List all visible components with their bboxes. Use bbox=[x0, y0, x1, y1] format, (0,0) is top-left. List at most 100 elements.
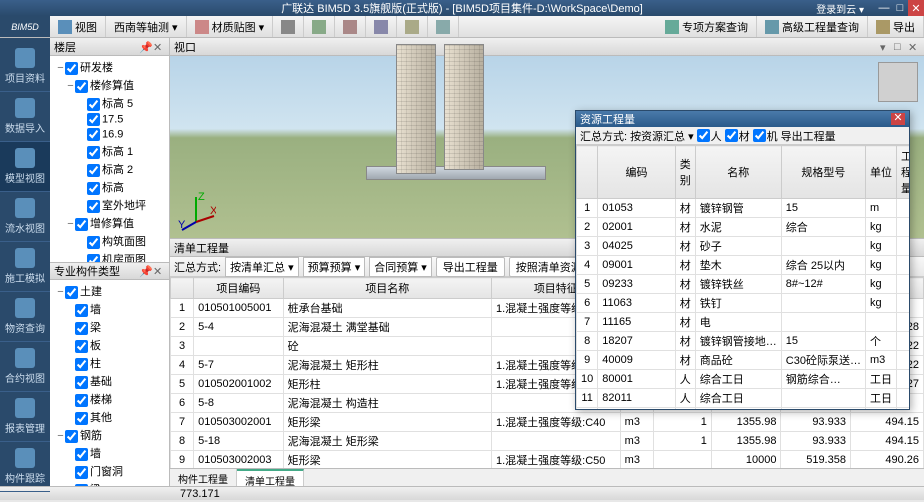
col-header[interactable] bbox=[171, 278, 194, 299]
table-row[interactable]: 101053材镀锌钢管15m862.2593.993440.41 bbox=[577, 199, 910, 218]
node-check[interactable] bbox=[87, 254, 100, 262]
tree-node[interactable]: 标高 2 bbox=[52, 160, 167, 178]
table-row[interactable]: 70105030020​01矩形梁1.混凝土强度等级:C40m311355.98… bbox=[171, 413, 924, 432]
table-row[interactable]: 304025材砂子kg683.0440.0427.32 bbox=[577, 237, 910, 256]
table-row[interactable]: 1080001人综合工日钢筋综合…工日14.5644806990.72 bbox=[577, 370, 910, 389]
filter-machine[interactable]: 机 bbox=[753, 128, 778, 144]
tree-node[interactable]: 墙 bbox=[52, 300, 168, 318]
floor-tree[interactable]: −研发楼−楼修算值标高 517.516.9标高 1标高 2标高室外地坪−增修算值… bbox=[50, 56, 169, 262]
pin-icon[interactable]: 📌 bbox=[139, 265, 151, 277]
tab-bill-qty[interactable]: 清单工程量 bbox=[237, 469, 304, 486]
table-row[interactable]: 818207材镀锌钢管接地…15个1383.8410.52719.6 bbox=[577, 332, 910, 351]
viewport-menu-icon[interactable]: ▾ bbox=[880, 41, 892, 53]
panel-close-icon[interactable]: ✕ bbox=[153, 265, 165, 277]
node-check[interactable] bbox=[65, 430, 78, 443]
nav-数据导入[interactable]: 数据导入 bbox=[0, 92, 50, 142]
special-query-button[interactable]: 专项方案查询 bbox=[657, 16, 757, 37]
view-button[interactable]: 视图 bbox=[50, 16, 106, 37]
node-check[interactable] bbox=[75, 394, 88, 407]
tree-node[interactable]: 门窗洞 bbox=[52, 462, 168, 480]
resource-export-button[interactable]: 导出工程量 bbox=[781, 128, 836, 144]
node-check[interactable] bbox=[75, 466, 88, 479]
node-check[interactable] bbox=[87, 146, 100, 159]
advanced-query-button[interactable]: 高级工程量查询 bbox=[757, 16, 868, 37]
view-cube[interactable] bbox=[878, 62, 918, 102]
col-header[interactable]: 规格型号 bbox=[781, 146, 865, 199]
tool-4[interactable] bbox=[366, 16, 397, 37]
panel-close-icon[interactable]: ✕ bbox=[153, 41, 165, 53]
tree-node[interactable]: −楼修算值 bbox=[52, 76, 167, 94]
col-header[interactable]: 名称 bbox=[695, 146, 781, 199]
col-header[interactable]: 工程量 bbox=[896, 146, 909, 199]
axis-select[interactable]: 西南等轴测 ▾ bbox=[106, 16, 187, 37]
node-check[interactable] bbox=[75, 322, 88, 335]
tree-node[interactable]: 梁 bbox=[52, 480, 168, 486]
col-header[interactable] bbox=[577, 146, 598, 199]
nav-项目资料[interactable]: 项目资料 bbox=[0, 42, 50, 92]
node-check[interactable] bbox=[87, 236, 100, 249]
col-header[interactable]: 编码 bbox=[598, 146, 676, 199]
tree-node[interactable]: 机房面图 bbox=[52, 250, 167, 262]
node-check[interactable] bbox=[75, 80, 88, 93]
budget-select[interactable]: 预算预算 ▾ bbox=[303, 257, 366, 277]
table-row[interactable]: 1282013人其它人工费元67.628167.63 bbox=[577, 408, 910, 410]
node-check[interactable] bbox=[75, 340, 88, 353]
col-header[interactable]: 类别 bbox=[675, 146, 695, 199]
export-qty-button[interactable]: 导出工程量 bbox=[436, 257, 505, 277]
tree-node[interactable]: 板 bbox=[52, 336, 168, 354]
tool-6[interactable] bbox=[428, 16, 459, 37]
nav-施工模拟[interactable]: 施工模拟 bbox=[0, 242, 50, 292]
node-check[interactable] bbox=[75, 484, 88, 486]
tool-3[interactable] bbox=[335, 16, 366, 37]
table-row[interactable]: 711165材电19.4434.6790.8 bbox=[577, 313, 910, 332]
node-check[interactable] bbox=[87, 164, 100, 177]
node-check[interactable] bbox=[75, 376, 88, 389]
node-check[interactable] bbox=[87, 200, 100, 213]
node-check[interactable] bbox=[87, 182, 100, 195]
viewport-close-icon[interactable]: ✕ bbox=[908, 41, 920, 53]
filter-material[interactable]: 材 bbox=[725, 128, 750, 144]
tree-node[interactable]: −增修算值 bbox=[52, 214, 167, 232]
node-check[interactable] bbox=[75, 218, 88, 231]
minimize-icon[interactable]: — bbox=[876, 0, 892, 16]
node-check[interactable] bbox=[87, 128, 100, 141]
table-row[interactable]: 1182011人综合工日工日147.09132.534784.88 bbox=[577, 389, 910, 408]
tree-node[interactable]: 其他 bbox=[52, 408, 168, 426]
tree-node[interactable]: 基础 bbox=[52, 372, 168, 390]
nav-合约视图[interactable]: 合约视图 bbox=[0, 342, 50, 392]
cloud-login[interactable]: 登录到云 ▾ bbox=[816, 1, 864, 16]
tree-node[interactable]: 柱 bbox=[52, 354, 168, 372]
tree-node[interactable]: 梁 bbox=[52, 318, 168, 336]
nav-构件跟踪[interactable]: 构件跟踪 bbox=[0, 442, 50, 492]
tree-node[interactable]: 室外地坪 bbox=[52, 196, 167, 214]
tab-component-qty[interactable]: 构件工程量 bbox=[170, 469, 237, 486]
node-check[interactable] bbox=[87, 113, 100, 126]
node-check[interactable] bbox=[75, 448, 88, 461]
table-row[interactable]: 202001材水泥综合kg113.2770.3741.91 bbox=[577, 218, 910, 237]
maximize-icon[interactable]: □ bbox=[892, 0, 908, 16]
table-row[interactable]: 940009材商品砼C30砼际泵送…m34831.7134101981002.3… bbox=[577, 351, 910, 370]
type-tree[interactable]: −土建墙梁板柱基础楼梯其他−钢筋墙门窗洞梁板柱基础其他−给排水管道(水)阀门法兰… bbox=[50, 280, 170, 486]
nav-物资查询[interactable]: 物资查询 bbox=[0, 292, 50, 342]
pin-icon[interactable]: 📌 bbox=[139, 41, 151, 53]
table-row[interactable]: 90105030020​03矩形梁1.混凝土强度等级:C50m310000519… bbox=[171, 451, 924, 469]
viewport-max-icon[interactable]: □ bbox=[894, 41, 906, 53]
col-header[interactable]: 项目名称 bbox=[283, 278, 491, 299]
summary-mode-select[interactable]: 按清单汇总 ▾ bbox=[225, 257, 299, 277]
material-select[interactable]: 材质贴图 ▾ bbox=[187, 16, 274, 37]
nav-流水视图[interactable]: 流水视图 bbox=[0, 192, 50, 242]
resource-qty-window[interactable]: 资源工程量 ✕ 汇总方式: 按资源汇总 ▾ 人 材 机 导出工程量 编码类别名称… bbox=[575, 110, 910, 410]
axes-gizmo[interactable]: ZXY bbox=[176, 192, 216, 232]
tree-node[interactable]: 楼梯 bbox=[52, 390, 168, 408]
tree-node[interactable]: 构筑面图 bbox=[52, 232, 167, 250]
tool-1[interactable] bbox=[273, 16, 304, 37]
tree-node[interactable]: −土建 bbox=[52, 282, 168, 300]
resource-window-close[interactable]: ✕ bbox=[891, 113, 905, 125]
table-row[interactable]: 611063材铁钉kg11.0127.886.24 bbox=[577, 294, 910, 313]
tree-node[interactable]: 标高 bbox=[52, 178, 167, 196]
close-icon[interactable]: ✕ bbox=[908, 0, 924, 16]
table-row[interactable]: 409001材垫木综合 25以内kg262.0590.45117.93 bbox=[577, 256, 910, 275]
node-check[interactable] bbox=[87, 98, 100, 111]
tree-node[interactable]: 17.5 bbox=[52, 112, 167, 127]
tool-2[interactable] bbox=[304, 16, 335, 37]
